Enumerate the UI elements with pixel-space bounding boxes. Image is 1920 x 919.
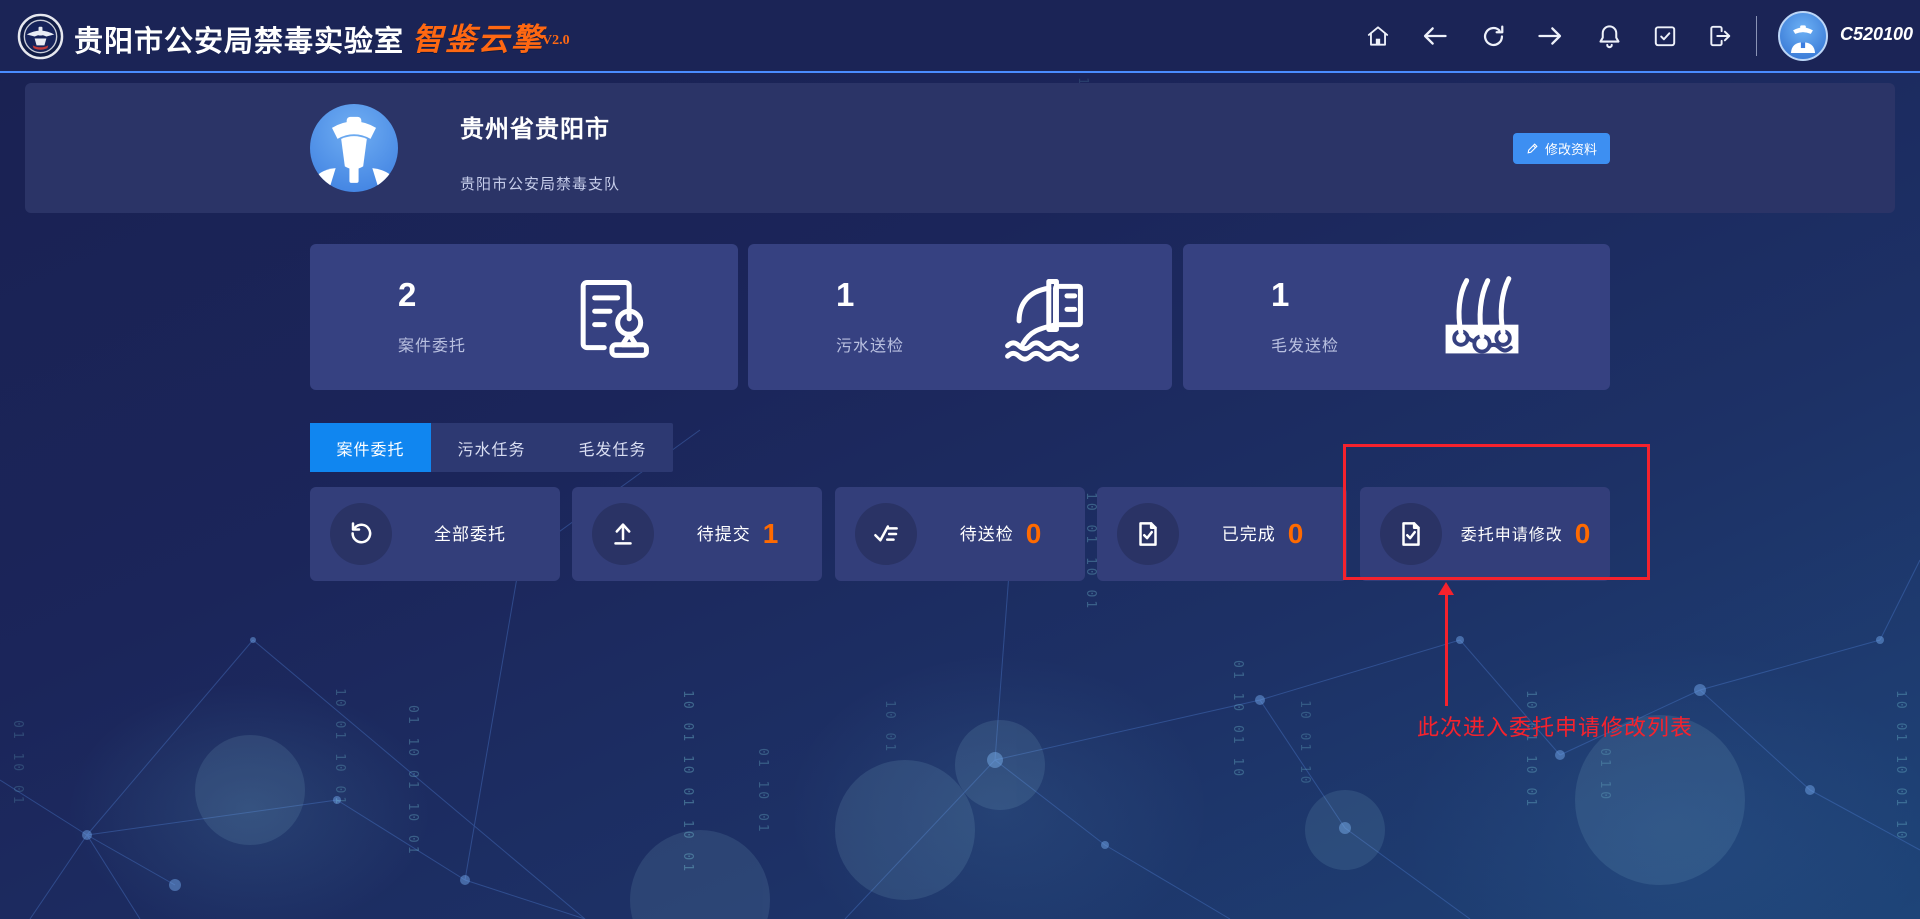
hair-follicle-icon bbox=[1436, 271, 1528, 363]
header-divider bbox=[1756, 16, 1757, 56]
stat-label: 案件委托 bbox=[398, 332, 466, 356]
profile-banner: 贵州省贵阳市 贵阳市公安局禁毒支队 修改资料 bbox=[25, 83, 1895, 213]
stat-card-sewage[interactable]: 1 污水送检 bbox=[748, 244, 1172, 390]
profile-department: 贵阳市公安局禁毒支队 bbox=[460, 173, 620, 194]
action-label: 已完成 bbox=[1222, 525, 1276, 544]
annotation-arrow-icon bbox=[1438, 582, 1454, 595]
task-tabbar: 案件委托 污水任务 毛发任务 bbox=[310, 423, 673, 472]
notification-bell-icon[interactable] bbox=[1592, 19, 1626, 53]
checklist-icon bbox=[855, 503, 917, 565]
document-check-icon bbox=[1380, 503, 1442, 565]
tab-sewage-task[interactable]: 污水任务 bbox=[431, 423, 552, 472]
action-label: 待送检 bbox=[960, 525, 1014, 544]
profile-avatar bbox=[310, 104, 398, 192]
logout-icon[interactable] bbox=[1703, 19, 1737, 53]
filter-to-inspect-button[interactable]: 待送检 0 bbox=[835, 487, 1085, 581]
brand-logo-text: 智鉴云擎 bbox=[412, 14, 544, 59]
annotation-arrow-line bbox=[1445, 594, 1448, 706]
stat-value: 2 bbox=[398, 276, 416, 314]
filter-to-submit-button[interactable]: 待提交 1 bbox=[572, 487, 822, 581]
upload-icon bbox=[592, 503, 654, 565]
top-header: 贵阳市公安局禁毒实验室 智鉴云擎 V2.0 bbox=[0, 0, 1920, 73]
action-label: 全部委托 bbox=[434, 525, 506, 544]
reset-circular-arrow-icon bbox=[330, 503, 392, 565]
action-label: 待提交 bbox=[697, 525, 751, 544]
stat-label: 毛发送检 bbox=[1271, 332, 1339, 356]
brand-version: V2.0 bbox=[542, 33, 570, 49]
stat-card-case[interactable]: 2 案件委托 bbox=[310, 244, 738, 390]
stat-label: 污水送检 bbox=[836, 332, 904, 356]
user-avatar[interactable] bbox=[1778, 11, 1828, 61]
action-count: 0 bbox=[1575, 518, 1592, 549]
edit-profile-label: 修改资料 bbox=[1545, 139, 1597, 158]
filter-all-entrust-button[interactable]: 全部委托 bbox=[310, 487, 560, 581]
action-count: 0 bbox=[1288, 518, 1305, 549]
action-count: 1 bbox=[763, 518, 780, 549]
action-count: 0 bbox=[1026, 518, 1043, 549]
stat-value: 1 bbox=[1271, 276, 1289, 314]
username-label: C520100 bbox=[1840, 24, 1913, 45]
annotation-text: 此次进入委托申请修改列表 bbox=[1417, 710, 1693, 742]
todo-check-icon[interactable] bbox=[1648, 19, 1682, 53]
action-label: 委托申请修改 bbox=[1461, 527, 1563, 544]
tab-hair-task[interactable]: 毛发任务 bbox=[552, 423, 673, 472]
edit-profile-button[interactable]: 修改资料 bbox=[1513, 133, 1610, 164]
police-badge-logo bbox=[17, 13, 64, 60]
case-document-stamp-icon bbox=[564, 271, 656, 363]
stat-value: 1 bbox=[836, 276, 854, 314]
app-title: 贵阳市公安局禁毒实验室 bbox=[74, 18, 404, 60]
tab-case-entrust[interactable]: 案件委托 bbox=[310, 423, 431, 472]
home-icon[interactable] bbox=[1361, 19, 1395, 53]
filter-entrust-modify-button[interactable]: 委托申请修改 0 bbox=[1360, 487, 1610, 581]
forward-arrow-icon[interactable] bbox=[1533, 19, 1567, 53]
back-arrow-icon[interactable] bbox=[1418, 19, 1452, 53]
stat-card-hair[interactable]: 1 毛发送检 bbox=[1183, 244, 1610, 390]
profile-region: 贵州省贵阳市 bbox=[460, 109, 610, 144]
sewage-pipe-icon bbox=[998, 271, 1090, 363]
app-window: 10 01 10 01 01 10 01 10 01 10 01 10 01 1… bbox=[0, 0, 1920, 919]
pencil-icon bbox=[1526, 142, 1539, 155]
filter-completed-button[interactable]: 已完成 0 bbox=[1097, 487, 1347, 581]
document-check-icon bbox=[1117, 503, 1179, 565]
refresh-icon[interactable] bbox=[1476, 19, 1510, 53]
